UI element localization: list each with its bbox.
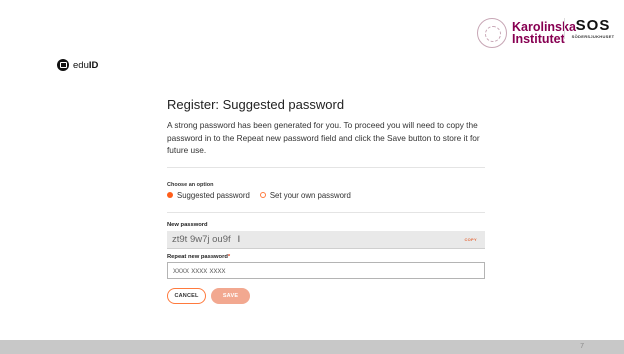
divider <box>167 211 485 213</box>
register-password-form: Register: Suggested password A strong pa… <box>167 92 487 304</box>
page-title: Register: Suggested password <box>167 97 345 112</box>
choose-option-label: Choose an option <box>167 181 214 188</box>
radio-selected-icon[interactable] <box>167 192 173 199</box>
repeat-password-input[interactable] <box>167 261 485 279</box>
sos-mark: SOS <box>575 17 611 34</box>
lock-badge-icon <box>57 59 69 71</box>
option-label: Suggested password <box>177 190 250 200</box>
cancel-button[interactable]: CANCEL <box>167 287 206 304</box>
divider <box>167 166 485 168</box>
text-cursor-icon: I <box>237 234 241 245</box>
eduid-prefix: edu <box>73 59 89 71</box>
eduid-logo[interactable]: eduID <box>57 59 98 71</box>
option-own-password[interactable]: Set your own password <box>259 190 351 200</box>
new-password-label: New password <box>167 221 208 228</box>
new-password-field[interactable]: zt9t 9w7j ou9f I COPY <box>167 230 485 249</box>
new-password-value: zt9t 9w7j ou9f <box>172 233 231 245</box>
top-bar <box>0 0 624 4</box>
repeat-password-label: Repeat new password* <box>167 254 487 260</box>
eduid-wordmark: eduID <box>73 60 98 71</box>
slide-number: 7 <box>580 343 584 350</box>
option-suggested-password[interactable]: Suggested password <box>167 191 250 200</box>
sodersjukhuset-logo: SOS SÖDERSJUKHUSET <box>564 18 615 39</box>
required-marker: * <box>227 253 231 260</box>
form-actions: CANCEL SAVE <box>167 287 487 304</box>
intro-text: A strong password has been generated for… <box>167 120 480 156</box>
option-label: Set your own password <box>269 190 351 200</box>
karolinska-seal-icon <box>477 18 507 48</box>
slide: Karolinska Institutet SOS SÖDERSJUKHUSET… <box>0 0 624 354</box>
radio-unselected-icon[interactable] <box>259 192 266 199</box>
sos-subtitle: SÖDERSJUKHUSET <box>571 34 615 39</box>
repeat-password-group: Repeat new password* <box>167 254 487 279</box>
copy-button[interactable]: COPY <box>464 237 477 242</box>
bottom-bar <box>0 340 624 354</box>
karolinska-logo: Karolinska Institutet <box>477 18 576 48</box>
eduid-suffix: ID <box>88 59 99 71</box>
new-password-group: New password zt9t 9w7j ou9f I COPY <box>167 222 487 249</box>
save-button[interactable]: SAVE <box>211 287 250 304</box>
password-option-group: Suggested password Set your own password <box>167 191 487 200</box>
repeat-password-label-text: Repeat new password <box>167 253 228 260</box>
